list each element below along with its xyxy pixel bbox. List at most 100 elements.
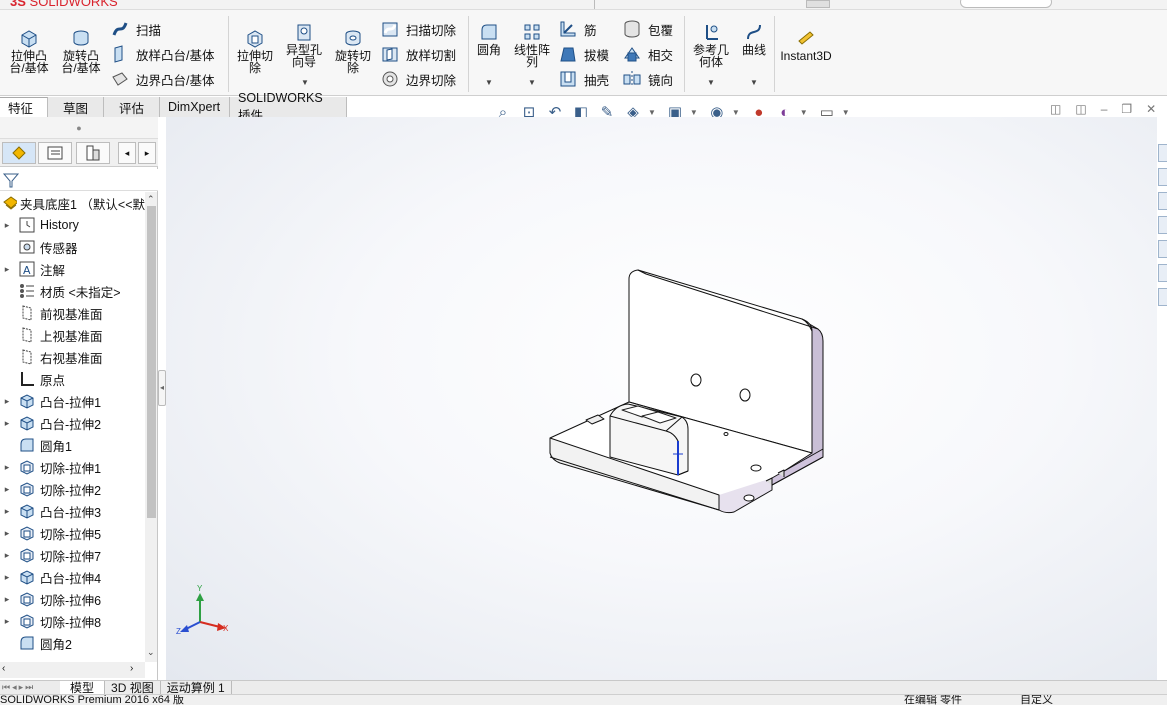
expand-caret-icon[interactable]: ▸ [0,572,14,583]
design-library-icon[interactable] [1158,168,1167,186]
restore-icon[interactable]: ❐ [1121,102,1132,116]
reference-geometry-button[interactable]: 参考几 何体 [690,22,732,68]
expand-caret-icon[interactable]: ▸ [0,528,14,539]
view-orientation-dropdown[interactable]: ▼ [648,108,656,117]
loft-boss-button[interactable]: 放样凸台/基体 [110,43,214,65]
fillet-button[interactable]: 圆角 [472,22,506,56]
scroll-thumb[interactable] [147,206,156,518]
shell-button[interactable]: 抽壳 [558,68,609,90]
tree-item[interactable]: ▸ 凸台-拉伸1 [0,390,145,412]
minimize-icon[interactable]: – [1101,102,1108,116]
solidworks-forum-icon[interactable] [1158,288,1167,306]
display-style-dropdown[interactable]: ▼ [690,108,698,117]
tree-item[interactable]: 上视基准面 [0,324,145,346]
linear-pattern-button[interactable]: 线性阵 列 [510,22,554,68]
tree-item[interactable]: 材质 <未指定> [0,280,145,302]
solidworks-logo[interactable]: 3S SOLIDWORKS [10,0,118,9]
hide-show-dropdown[interactable]: ▼ [732,108,740,117]
tree-item[interactable]: 传感器 [0,236,145,258]
file-explorer-icon[interactable] [1158,192,1167,210]
quick-access-button[interactable] [806,0,830,8]
expand-caret-icon[interactable]: ▸ [0,594,14,605]
boundary-cut-button[interactable]: 边界切除 [380,68,456,90]
mirror-button[interactable]: 镜向 [622,68,673,90]
wrap-button[interactable]: 包覆 [622,18,673,40]
last-tab-icon[interactable]: ⏭ [25,682,33,693]
task-pane-home-icon[interactable] [1158,144,1167,162]
tree-item[interactable]: ▸ 凸台-拉伸2 [0,412,145,434]
expand-caret-icon[interactable]: ▸ [0,462,14,473]
next-tab-icon[interactable]: ▸ [19,682,24,693]
expand-caret-icon[interactable]: ▸ [0,264,14,275]
tab-evaluate[interactable]: 评估 [104,97,160,117]
configuration-manager-tab[interactable] [76,142,110,164]
tree-item[interactable]: ▸ 凸台-拉伸4 [0,566,145,588]
prev-tab-icon[interactable]: ◂ [12,682,17,693]
extruded-boss-button[interactable]: 拉伸凸 台/基体 [6,28,52,74]
view-palette-icon[interactable] [1158,216,1167,234]
custom-properties-icon[interactable] [1158,264,1167,282]
tab-sketch[interactable]: 草图 [48,97,104,117]
draft-button[interactable]: 拔模 [558,43,609,65]
tree-item[interactable]: ▸ 切除-拉伸8 [0,610,145,632]
tab-addins[interactable]: SOLIDWORKS 插件 [230,91,347,123]
revolved-boss-button[interactable]: 旋转凸 台/基体 [58,28,104,74]
tree-root-part[interactable]: 夹具底座1 （默认<<默 [0,192,145,214]
tree-item[interactable]: ▸ 切除-拉伸6 [0,588,145,610]
expand-caret-icon[interactable]: ▸ [0,550,14,561]
tab-3d-views[interactable]: 3D 视图 [105,680,161,695]
tree-item[interactable]: ▸ 切除-拉伸2 [0,478,145,500]
instant3d-button[interactable]: Instant3D [778,28,834,62]
apply-scene-dropdown[interactable]: ▼ [800,108,808,117]
expand-caret-icon[interactable]: ▸ [0,396,14,407]
appearances-icon[interactable] [1158,240,1167,258]
intersect-button[interactable]: 相交 [622,43,673,65]
tree-vertical-scrollbar[interactable]: ⌃ ⌄ [145,192,157,662]
tab-model[interactable]: 模型 [60,680,106,695]
tree-item[interactable]: ▸ A 注解 [0,258,145,280]
panel-collapse-handle[interactable]: ● [0,117,158,139]
tile-right-icon[interactable]: ◫ [1075,102,1086,116]
fillet-dropdown[interactable]: ▼ [485,78,493,87]
rib-button[interactable]: 筋 [558,18,597,40]
sweep-button[interactable]: 扫描 [110,18,161,40]
tab-motion-study[interactable]: 运动算例 1 [161,680,232,695]
tile-left-icon[interactable]: ◫ [1050,102,1061,116]
tree-item[interactable]: 原点 [0,368,145,390]
hole-wizard-button[interactable]: 异型孔 向导 [282,22,326,68]
expand-caret-icon[interactable]: ▸ [0,418,14,429]
tree-item[interactable]: ▸ 切除-拉伸7 [0,544,145,566]
curves-dropdown[interactable]: ▼ [750,78,758,87]
expand-caret-icon[interactable]: ▸ [0,506,14,517]
panel-tab-scroll-right[interactable]: ▸ [138,142,156,164]
hole-wizard-dropdown[interactable]: ▼ [301,78,309,87]
status-units[interactable]: 自定义 [1020,695,1053,705]
feature-manager-tab[interactable] [2,142,36,164]
reference-geometry-dropdown[interactable]: ▼ [707,78,715,87]
filter-icon[interactable] [2,171,20,189]
panel-tab-scroll-left[interactable]: ◂ [118,142,136,164]
search-box[interactable] [960,0,1052,8]
tree-item[interactable]: 前视基准面 [0,302,145,324]
lofted-cut-button[interactable]: 放样切割 [380,43,456,65]
tab-dimxpert[interactable]: DimXpert [160,97,230,117]
scroll-left-icon[interactable]: ‹ [2,663,5,674]
tree-item[interactable]: ▸ History [0,214,145,236]
view-settings-dropdown[interactable]: ▼ [842,108,850,117]
splitter-grip[interactable]: ◂ [158,370,166,406]
first-tab-icon[interactable]: ⏮ [2,682,10,693]
tree-item[interactable]: 右视基准面 [0,346,145,368]
extruded-cut-button[interactable]: 拉伸切 除 [234,28,276,74]
part-model-3d[interactable] [166,117,1157,680]
curves-button[interactable]: 曲线 [738,22,770,56]
revolved-cut-button[interactable]: 旋转切 除 [332,28,374,74]
expand-caret-icon[interactable]: ▸ [0,616,14,627]
linear-pattern-dropdown[interactable]: ▼ [528,78,536,87]
tab-features[interactable]: 特征 [0,97,48,117]
scroll-up-icon[interactable]: ⌃ [147,194,155,205]
expand-caret-icon[interactable]: ▸ [0,220,14,231]
property-manager-tab[interactable] [38,142,72,164]
swept-cut-button[interactable]: 扫描切除 [380,18,456,40]
close-icon[interactable]: ✕ [1146,102,1156,116]
boundary-boss-button[interactable]: 边界凸台/基体 [110,68,214,90]
